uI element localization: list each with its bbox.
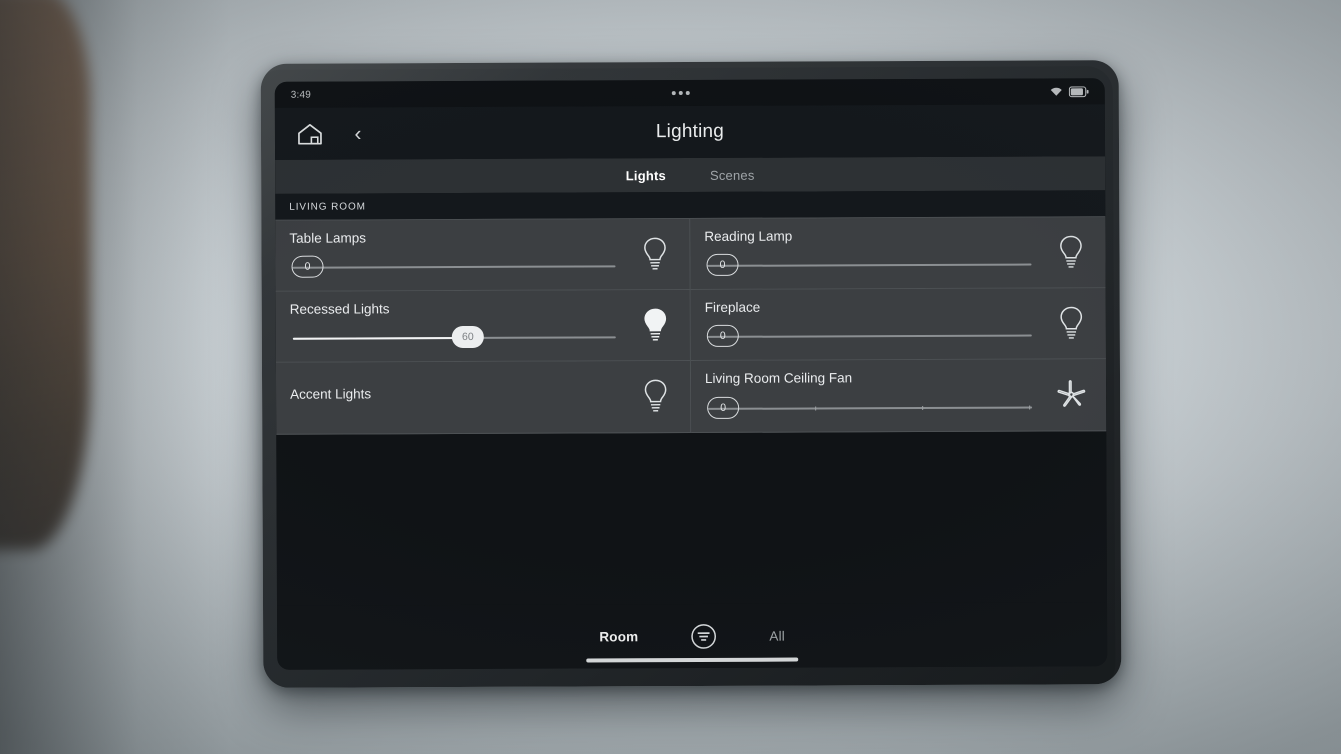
device-grid: Table Lamps 0 Reading Lamp 0 Recessed Li… xyxy=(275,216,1107,435)
device-main: Table Lamps 0 xyxy=(289,228,633,281)
home-indicator[interactable] xyxy=(586,657,799,663)
device-main: Accent Lights xyxy=(290,371,634,405)
status-indicators xyxy=(1050,85,1089,97)
status-bar: 3:49 xyxy=(274,78,1105,108)
slider-thumb[interactable]: 0 xyxy=(291,255,324,278)
status-time: 3:49 xyxy=(290,89,312,101)
bulb-filled-icon[interactable] xyxy=(634,302,676,348)
status-center xyxy=(311,89,1050,96)
page-title: Lighting xyxy=(655,120,725,143)
bulb-outline-icon[interactable] xyxy=(1049,229,1091,275)
slider-track xyxy=(292,265,616,269)
back-chevron-icon[interactable]: ‹ xyxy=(345,118,371,148)
device-name: Accent Lights xyxy=(290,386,372,403)
fan-speed-slider[interactable]: 0 xyxy=(705,394,1042,421)
brightness-slider[interactable]: 0 xyxy=(289,254,625,281)
device-cell-reading-lamp[interactable]: Reading Lamp 0 xyxy=(690,217,1106,291)
bulb-outline-icon[interactable] xyxy=(634,373,676,419)
bulb-outline-icon[interactable] xyxy=(1050,300,1092,346)
slider-thumb[interactable]: 0 xyxy=(706,325,739,348)
slider-fill xyxy=(292,337,465,341)
more-dots-icon[interactable] xyxy=(671,91,690,96)
photo-scene: 3:49 ‹ Lighting Lights Scenes LIVING ROO… xyxy=(0,0,1341,754)
slider-track xyxy=(707,334,1032,339)
ceiling-fan-icon[interactable] xyxy=(1050,371,1092,417)
slider-track xyxy=(707,263,1032,268)
tab-scenes[interactable]: Scenes xyxy=(710,167,755,182)
device-cell-table-lamps[interactable]: Table Lamps 0 xyxy=(275,219,691,293)
device-name: Fireplace xyxy=(704,299,761,316)
filter-list-icon[interactable] xyxy=(690,622,717,649)
slider-ticks xyxy=(708,404,1032,411)
screen-body: ‹ Lighting Lights Scenes LIVING ROOM Tab… xyxy=(274,104,1108,670)
nav-room[interactable]: Room xyxy=(599,629,638,644)
bottom-nav: Room All xyxy=(277,602,1108,670)
bulb-outline-icon[interactable] xyxy=(633,231,675,277)
device-main: Reading Lamp 0 xyxy=(704,226,1049,279)
device-name: Recessed Lights xyxy=(289,301,390,317)
device-cell-fireplace[interactable]: Fireplace 0 xyxy=(690,288,1106,362)
tablet-screen: 3:49 ‹ Lighting Lights Scenes LIVING ROO… xyxy=(274,78,1108,670)
device-main: Living Room Ceiling Fan 0 xyxy=(705,369,1050,422)
device-name: Reading Lamp xyxy=(704,228,793,244)
device-name: Table Lamps xyxy=(289,230,366,246)
background-object xyxy=(0,0,90,550)
nav-all[interactable]: All xyxy=(769,628,785,643)
slider-thumb[interactable]: 0 xyxy=(706,254,739,277)
device-main: Recessed Lights 60 xyxy=(290,299,634,352)
device-main: Fireplace 0 xyxy=(705,298,1050,351)
slider-thumb[interactable]: 60 xyxy=(451,326,484,349)
brightness-slider[interactable]: 0 xyxy=(704,252,1041,279)
brightness-slider[interactable]: 60 xyxy=(290,325,626,352)
slider-thumb[interactable]: 0 xyxy=(707,396,740,419)
device-cell-living-room-ceiling-fan[interactable]: Living Room Ceiling Fan 0 xyxy=(690,359,1107,433)
empty-content-area xyxy=(276,430,1107,606)
device-cell-accent-lights[interactable]: Accent Lights xyxy=(275,361,692,435)
section-header-living-room: LIVING ROOM xyxy=(275,190,1106,220)
brightness-slider[interactable]: 0 xyxy=(705,323,1042,350)
battery-icon xyxy=(1068,85,1089,97)
tab-lights[interactable]: Lights xyxy=(626,168,666,183)
tablet-device: 3:49 ‹ Lighting Lights Scenes LIVING ROO… xyxy=(260,60,1122,688)
device-cell-recessed-lights[interactable]: Recessed Lights 60 xyxy=(275,290,691,364)
home-icon[interactable] xyxy=(293,119,327,149)
tab-bar: Lights Scenes xyxy=(275,156,1106,194)
device-name: Living Room Ceiling Fan xyxy=(704,370,853,387)
app-header: ‹ Lighting xyxy=(274,104,1106,160)
wifi-icon xyxy=(1050,86,1063,96)
